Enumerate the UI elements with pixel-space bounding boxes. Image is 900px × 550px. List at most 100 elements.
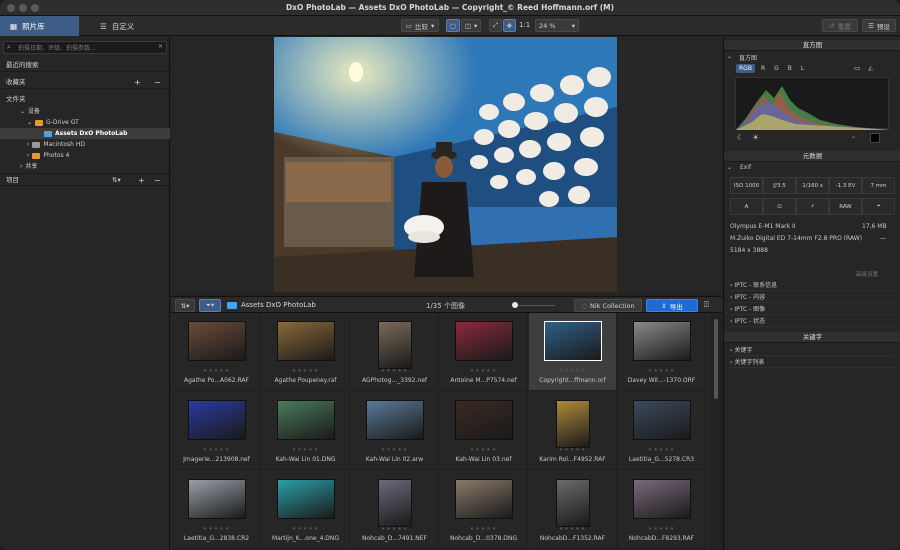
rating-stars[interactable]: ★★★★★ bbox=[351, 447, 438, 453]
tree-item-shared[interactable]: › 共享 bbox=[20, 161, 37, 172]
rating-stars[interactable]: ★★★★★ bbox=[529, 526, 616, 532]
fit-screen-button[interactable]: ⤢ bbox=[489, 19, 502, 32]
export-button[interactable]: ⇪ 导出 bbox=[646, 299, 698, 312]
thumbnail-cell[interactable]: ★★★★★ NohcabD...F8293.RAF bbox=[618, 471, 706, 549]
tree-item-macintosh-hd[interactable]: › Macintosh HD bbox=[27, 139, 85, 150]
preset-button[interactable]: ☰ 预设 bbox=[862, 19, 896, 32]
channel-b-button[interactable]: B bbox=[785, 64, 795, 73]
thumbnail-cell[interactable]: ★★★★★ NohcabD...F1352.RAF bbox=[529, 471, 617, 549]
recent-searches-header[interactable]: 最近的搜索 bbox=[0, 59, 170, 72]
thumbnail-cell[interactable]: ★★★★★ AGPhotog..._3392.nef bbox=[351, 313, 439, 391]
thumbnail-size-handle[interactable] bbox=[512, 302, 518, 308]
sort-icon[interactable]: ⇅▾ bbox=[112, 174, 121, 187]
chevron-down-icon[interactable]: ⌄ bbox=[727, 164, 732, 171]
thumbnail-cell[interactable]: ★★★★★ Davey Wil...-1370.ORF bbox=[618, 313, 706, 391]
highlight-clipping-icon[interactable]: ☀ bbox=[752, 133, 759, 142]
thumbnail-cell[interactable]: ★★★★★ Laetitia_G...5278.CR3 bbox=[618, 392, 706, 470]
keywords-section-0[interactable]: › 关键字 bbox=[730, 345, 895, 356]
channel-rgb-button[interactable]: RGB bbox=[736, 64, 755, 73]
thumbnail-image[interactable] bbox=[555, 400, 590, 448]
thumbnail-cell[interactable]: ★★★★★ Agathe Po...A062.RAF bbox=[173, 313, 261, 391]
rating-stars[interactable]: ★★★★★ bbox=[440, 368, 527, 374]
thumbnail-image[interactable] bbox=[365, 400, 424, 440]
projects-header[interactable]: 项目 ⇅▾ + − bbox=[0, 173, 170, 186]
share-icon[interactable]: ⍐ bbox=[704, 300, 709, 310]
thumbnail-image[interactable] bbox=[187, 479, 246, 519]
rating-stars[interactable]: ★★★★★ bbox=[529, 368, 616, 374]
thumbnail-image[interactable] bbox=[187, 321, 246, 361]
thumbnail-cell[interactable]: ★★★★★ Jmagerie...213908.nef bbox=[173, 392, 261, 470]
rating-stars[interactable]: ★★★★★ bbox=[173, 447, 260, 453]
thumbnail-cell[interactable]: ★★★★★ Copyright...ffmann.orf bbox=[529, 313, 617, 391]
tree-item-devices[interactable]: ⌄ 设备 bbox=[20, 106, 40, 117]
thumbnail-image[interactable] bbox=[454, 479, 513, 519]
rating-stars[interactable]: ★★★★★ bbox=[440, 447, 527, 453]
thumbnail-cell[interactable]: ★★★★★ Martijn_K...one_4.DNG bbox=[262, 471, 350, 549]
add-favorite-icon[interactable]: + bbox=[134, 76, 141, 89]
rating-stars[interactable]: ★★★★★ bbox=[351, 368, 438, 374]
rating-stars[interactable]: ★★★★★ bbox=[262, 447, 349, 453]
thumbnail-image[interactable] bbox=[543, 321, 602, 361]
thumbnail-image[interactable] bbox=[454, 321, 513, 361]
move-tool-button[interactable]: ✥ bbox=[503, 19, 516, 32]
rating-stars[interactable]: ★★★★★ bbox=[173, 368, 260, 374]
folders-header[interactable]: 文件夹 bbox=[0, 93, 170, 106]
iptc-section-0[interactable]: › IPTC - 联系信息 bbox=[730, 280, 895, 291]
split-view-button[interactable]: ◫ ▾ bbox=[461, 19, 481, 32]
thumbnail-image[interactable] bbox=[632, 400, 691, 440]
main-photo[interactable] bbox=[274, 37, 617, 292]
thumbnail-cell[interactable]: ★★★★★ Kah-Wai Lin 02.arw bbox=[351, 392, 439, 470]
channel-g-button[interactable]: G bbox=[771, 64, 782, 73]
thumbnail-cell[interactable]: ★★★★★ Nohcab_D...7491.NEF bbox=[351, 471, 439, 549]
search-input[interactable] bbox=[18, 43, 153, 53]
thumbnail-image[interactable] bbox=[632, 479, 691, 519]
rating-stars[interactable]: ★★★★★ bbox=[262, 526, 349, 532]
tree-item-g-drive[interactable]: ⌄ G-Drive GT bbox=[27, 117, 79, 128]
thumbnail-cell[interactable]: ★★★★★ Laetitia_G...2838.CR2 bbox=[173, 471, 261, 549]
grid-scrollbar-thumb[interactable] bbox=[714, 319, 718, 399]
rating-stars[interactable]: ★★★★★ bbox=[262, 368, 349, 374]
thumbnail-cell[interactable]: ★★★★★ Antoine M...P7574.nef bbox=[440, 313, 528, 391]
zoom-1to1-button[interactable]: 1:1 bbox=[519, 21, 530, 29]
thumbnail-cell[interactable]: ★★★★★ Kah-Wai Lin 01.DNG bbox=[262, 392, 350, 470]
keywords-section-1[interactable]: › 关键字列表 bbox=[730, 357, 895, 368]
metadata-header[interactable]: 元数据 bbox=[724, 151, 900, 162]
sort-button[interactable]: ⇅▾ bbox=[175, 299, 195, 312]
channel-l-button[interactable]: L bbox=[798, 64, 807, 73]
keywords-header[interactable]: 关键字 bbox=[724, 332, 900, 343]
rating-stars[interactable]: ★★★★★ bbox=[618, 368, 705, 374]
thumbnail-cell[interactable]: ★★★★★ Nohcab_D...0378.DNG bbox=[440, 471, 528, 549]
iptc-section-3[interactable]: › IPTC - 状态 bbox=[730, 316, 895, 327]
add-project-icon[interactable]: + bbox=[138, 174, 145, 187]
thumbnail-image[interactable] bbox=[276, 400, 335, 440]
favorites-header[interactable]: 收藏夹 + − bbox=[0, 76, 170, 89]
tab-customize[interactable]: ☰ 自定义 bbox=[90, 16, 170, 36]
filter-button[interactable]: ⏷▾ bbox=[199, 299, 221, 312]
thumbnail-cell[interactable]: ★★★★★ Agathe Poupeney.raf bbox=[262, 313, 350, 391]
thumbnail-image[interactable] bbox=[555, 479, 590, 527]
thumbnail-image[interactable] bbox=[187, 400, 246, 440]
chevron-down-icon[interactable]: ⌄ bbox=[727, 53, 732, 60]
thumbnail-size-slider[interactable] bbox=[513, 305, 555, 306]
remove-project-icon[interactable]: − bbox=[154, 174, 161, 187]
reset-button[interactable]: ↺ 重置 bbox=[822, 19, 858, 32]
iptc-section-2[interactable]: › IPTC - 图像 bbox=[730, 304, 895, 315]
thumbnail-image[interactable] bbox=[454, 400, 513, 440]
rating-stars[interactable]: ★★★★★ bbox=[618, 526, 705, 532]
monitor-icon[interactable]: ▭ bbox=[854, 64, 861, 72]
softproof-icon[interactable]: ◭ bbox=[868, 64, 873, 72]
histogram-header[interactable]: 直方图 bbox=[724, 40, 900, 51]
rating-stars[interactable]: ★★★★★ bbox=[351, 526, 438, 532]
tab-photo-library[interactable]: ▦ 照片库 bbox=[0, 16, 79, 36]
zoom-select[interactable]: 24 % ▾ bbox=[535, 19, 579, 32]
thumbnail-image[interactable] bbox=[377, 321, 412, 369]
thumbnail-image[interactable] bbox=[276, 479, 335, 519]
eyedropper-icon[interactable]: ⌁ bbox=[852, 134, 856, 141]
tree-item-assets-dxo[interactable]: Assets DxO PhotoLab bbox=[0, 128, 170, 139]
grid-scrollbar[interactable] bbox=[711, 313, 722, 550]
nik-collection-button[interactable]: ◌ Nik Collection bbox=[574, 299, 642, 312]
clear-search-icon[interactable]: ✕ bbox=[158, 43, 163, 50]
channel-r-button[interactable]: R bbox=[758, 64, 768, 73]
thumbnail-cell[interactable]: ★★★★★ Kah-Wai Lin 03.nef bbox=[440, 392, 528, 470]
iptc-section-1[interactable]: › IPTC - 内容 bbox=[730, 292, 895, 303]
